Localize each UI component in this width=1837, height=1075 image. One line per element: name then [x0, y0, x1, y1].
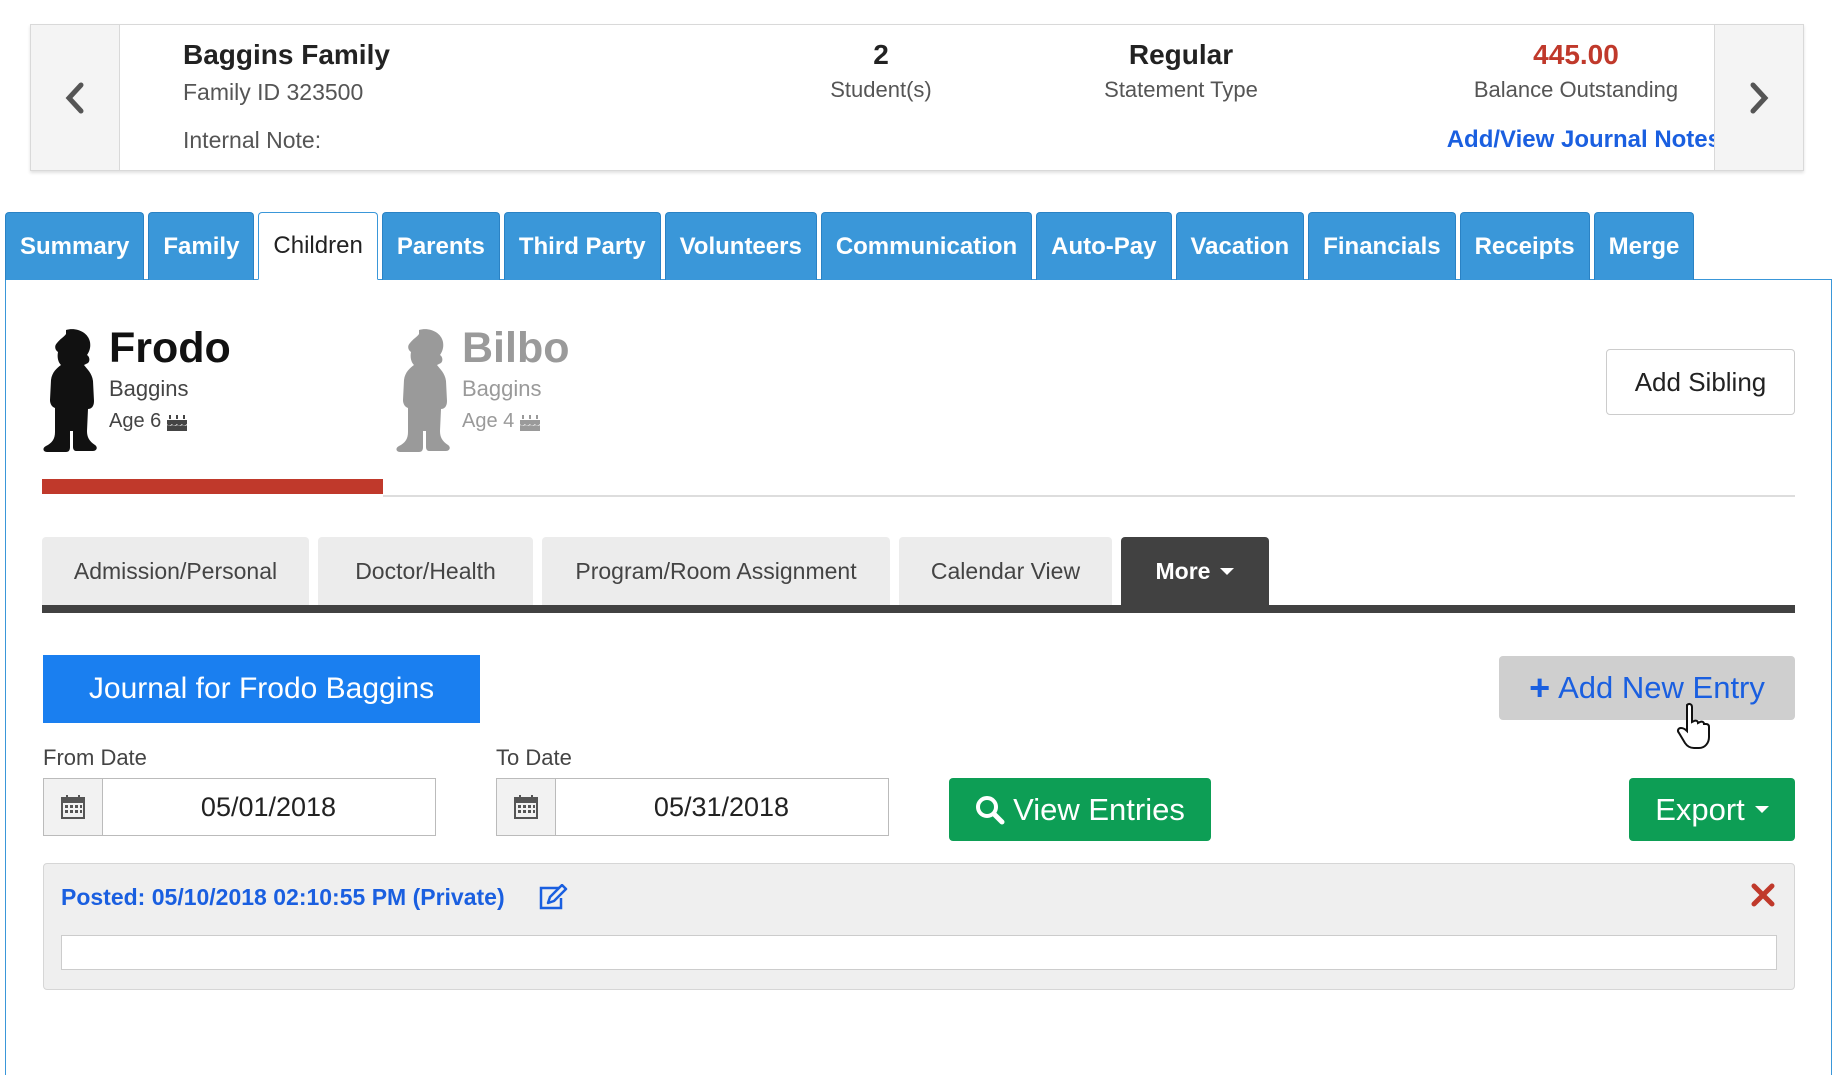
birthday-cake-icon	[167, 414, 188, 431]
tab-parents[interactable]: Parents	[381, 212, 500, 280]
balance-label: Balance Outstanding	[1473, 77, 1679, 102]
from-date-label: From Date	[43, 745, 147, 770]
calendar-icon	[61, 795, 85, 819]
export-dropdown-button[interactable]: Export	[1629, 778, 1795, 841]
students-count: 2	[873, 39, 889, 70]
tab-third-party[interactable]: Third Party	[503, 212, 661, 280]
subtab-calendar-view[interactable]: Calendar View	[899, 537, 1112, 606]
pointer-hand-cursor-icon	[1676, 702, 1710, 749]
tab-volunteers[interactable]: Volunteers	[664, 212, 817, 280]
calendar-icon	[514, 795, 538, 819]
birthday-cake-icon	[520, 414, 541, 431]
from-date-group	[43, 778, 436, 836]
child-subtabs: Admission/Personal Doctor/Health Program…	[42, 537, 1269, 606]
more-label: More	[1155, 558, 1211, 584]
child-age: Age 6	[109, 410, 188, 433]
chevron-right-icon	[1750, 82, 1769, 113]
child-age: Age 4	[462, 410, 541, 433]
child-first-name: Bilbo	[462, 324, 570, 372]
from-date-input[interactable]	[103, 779, 434, 835]
balance-stat: 445.00 Balance Outstanding	[1431, 39, 1721, 103]
journal-notes-link[interactable]: Add/View Journal Notes	[1391, 126, 1721, 154]
journal-entry: Posted: 05/10/2018 02:10:55 PM (Private)	[43, 863, 1795, 990]
subtab-more-dropdown[interactable]: More	[1121, 537, 1269, 606]
add-sibling-button[interactable]: Add Sibling	[1606, 349, 1795, 415]
export-label: Export	[1655, 791, 1745, 827]
statement-type-label: Statement Type	[1104, 77, 1258, 102]
tab-receipts[interactable]: Receipts	[1459, 212, 1590, 280]
previous-family-button[interactable]	[31, 25, 120, 170]
students-label: Student(s)	[830, 77, 932, 102]
caret-down-icon	[1220, 568, 1235, 575]
family-name: Baggins Family	[183, 39, 390, 70]
internal-note-label: Internal Note:	[183, 127, 322, 153]
subtab-bar	[42, 605, 1795, 613]
from-date-calendar-button[interactable]	[44, 779, 103, 835]
chevron-left-icon	[65, 82, 84, 113]
child-divider	[383, 495, 1795, 497]
statement-type-value: Regular	[1128, 39, 1234, 70]
subtab-admission-personal[interactable]: Admission/Personal	[42, 537, 309, 606]
balance-value: 445.00	[1533, 39, 1619, 70]
child-silhouette-icon	[396, 329, 450, 452]
tab-auto-pay[interactable]: Auto-Pay	[1036, 212, 1172, 280]
statement-type-stat: Regular Statement Type	[1071, 39, 1291, 103]
child-last-name: Baggins	[462, 376, 542, 401]
child-last-name: Baggins	[109, 376, 189, 401]
selected-child-indicator	[42, 479, 383, 494]
students-stat: 2 Student(s)	[791, 39, 971, 103]
to-date-input[interactable]	[556, 779, 887, 835]
to-date-group	[496, 778, 889, 836]
tab-children[interactable]: Children	[258, 212, 378, 280]
child-age-text: Age 6	[109, 410, 162, 432]
child-age-text: Age 4	[462, 410, 515, 432]
view-entries-label: View Entries	[1013, 791, 1185, 827]
plus-icon: +	[1529, 667, 1551, 708]
subtab-doctor-health[interactable]: Doctor/Health	[318, 537, 533, 606]
search-icon	[976, 795, 1005, 824]
edit-icon[interactable]	[537, 884, 569, 912]
tab-merge[interactable]: Merge	[1593, 212, 1695, 280]
tab-summary[interactable]: Summary	[5, 212, 145, 280]
child-first-name: Frodo	[109, 324, 231, 372]
child-silhouette-icon	[43, 329, 97, 452]
next-family-button[interactable]	[1714, 25, 1803, 170]
journal-title: Journal for Frodo Baggins	[43, 655, 480, 723]
subtab-program-room-assignment[interactable]: Program/Room Assignment	[542, 537, 890, 606]
family-id: Family ID 323500	[183, 79, 364, 105]
caret-down-icon	[1754, 806, 1769, 813]
to-date-label: To Date	[496, 745, 572, 770]
family-summary-card: Baggins Family Family ID 323500 Internal…	[30, 24, 1804, 171]
entry-body	[61, 935, 1777, 970]
view-entries-button[interactable]: View Entries	[949, 778, 1211, 841]
delete-icon[interactable]	[1750, 882, 1776, 908]
add-new-entry-button[interactable]: + Add New Entry	[1499, 656, 1795, 720]
tab-financials[interactable]: Financials	[1308, 212, 1456, 280]
add-new-entry-label: Add New Entry	[1558, 670, 1765, 705]
to-date-calendar-button[interactable]	[497, 779, 556, 835]
main-tabs: Summary Family Children Parents Third Pa…	[5, 212, 1695, 280]
tab-family[interactable]: Family	[148, 212, 255, 280]
tab-vacation[interactable]: Vacation	[1175, 212, 1305, 280]
tab-communication[interactable]: Communication	[820, 212, 1033, 280]
entry-posted-info: Posted: 05/10/2018 02:10:55 PM (Private)	[61, 884, 505, 910]
